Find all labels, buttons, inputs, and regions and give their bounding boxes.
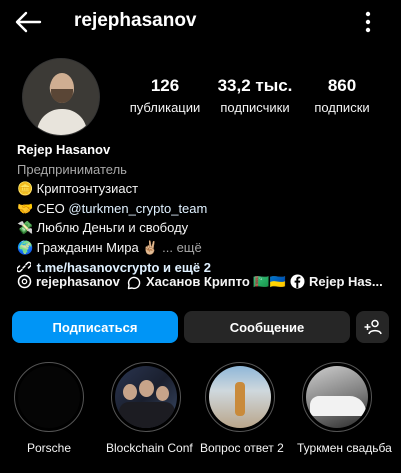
highlight-ring: [302, 362, 372, 432]
facebook-chip[interactable]: Rejep Has...: [290, 274, 383, 289]
threads-chip-label: rejephasanov: [36, 274, 120, 289]
profile-chips: rejephasanov Хасанов Крипто 🇹🇲🇺🇦 Rejep H…: [17, 274, 401, 292]
highlight-ring: [205, 362, 275, 432]
handshake-icon: 🤝: [17, 200, 34, 216]
globe-icon: 🌍: [17, 239, 34, 255]
arrow-left-icon[interactable]: [14, 10, 42, 34]
bio-line-3: 💸 Люблю Деньги и свободу: [17, 218, 387, 238]
follow-button[interactable]: Подписаться: [12, 311, 178, 343]
facebook-icon: [290, 274, 305, 289]
avatar-shirt: [37, 109, 87, 135]
highlight-cover: [115, 366, 177, 428]
stat-followers[interactable]: 33,2 тыс. подписчики: [210, 76, 300, 117]
profile-username: rejephasanov: [74, 10, 197, 31]
bio-more-link[interactable]: ... ещё: [162, 240, 202, 255]
cover-person: [156, 386, 169, 401]
following-label: подписки: [314, 100, 370, 115]
highlight-label: Туркмен свадьба: [297, 441, 392, 455]
bio-line-4-text: Гражданин Мира ✌🏼: [36, 239, 159, 255]
bio-external-link[interactable]: t.me/hasanovcrypto и ещё 2: [37, 260, 211, 275]
profile-name: Rejep Hasanov: [17, 142, 111, 157]
channel-icon: [127, 276, 141, 289]
profile-category[interactable]: Предприниматель: [17, 160, 387, 180]
cover-person: [139, 380, 154, 397]
highlight-label: Porsche: [26, 441, 72, 455]
highlight-cover: [306, 366, 368, 428]
highlight-cover: [18, 366, 80, 428]
posts-count: 126: [150, 76, 180, 95]
bio-line-3-text: Люблю Деньги и свободу: [36, 220, 189, 236]
threads-chip[interactable]: rejephasanov: [17, 274, 120, 289]
highlight-ring: [111, 362, 181, 432]
profile-bio: Rejep Hasanov Предприниматель 🪙 Криптоэн…: [16, 140, 387, 277]
following-count: 860: [327, 76, 357, 95]
link-icon: [16, 261, 32, 272]
followers-label: подписчики: [220, 100, 290, 115]
cover-suits: [119, 402, 175, 428]
avatar[interactable]: [22, 58, 100, 136]
cover-car: [310, 396, 366, 416]
bio-line-2-text: CEO: [36, 200, 69, 216]
coin-icon: 🪙: [17, 181, 34, 197]
message-button[interactable]: Сообщение: [184, 311, 350, 343]
highlight-item[interactable]: Вопрос ответ 2: [200, 362, 284, 455]
avatar-beard: [51, 89, 73, 103]
highlight-ring: [14, 362, 84, 432]
top-bar: rejephasanov: [0, 0, 401, 44]
bio-line-2: 🤝 CEO @turkmen_crypto_team: [17, 199, 387, 219]
add-person-icon: [364, 319, 382, 335]
followers-count: 33,2 тыс.: [217, 76, 293, 95]
facebook-chip-label: Rejep Has...: [309, 274, 383, 289]
highlight-label: Blockchain Conf: [106, 441, 193, 455]
highlight-cover: [209, 366, 271, 428]
posts-label: публикации: [129, 100, 201, 115]
bio-line-1: 🪙 Криптоэнтузиаст: [17, 179, 387, 199]
highlight-item[interactable]: Туркмен свадьба: [297, 362, 392, 455]
stat-following[interactable]: 860 подписки: [302, 76, 382, 117]
bio-line-1-text: Криптоэнтузиаст: [36, 181, 139, 197]
cover-person: [235, 382, 245, 416]
bio-mention[interactable]: @turkmen_crypto_team: [68, 201, 207, 216]
threads-icon: [17, 274, 32, 289]
highlight-item[interactable]: Blockchain Conf: [106, 362, 193, 455]
vertical-dots-icon[interactable]: [358, 10, 378, 34]
stat-posts[interactable]: 126 публикации: [125, 76, 205, 117]
highlight-label: Вопрос ответ 2: [200, 441, 284, 455]
money-icon: 💸: [17, 220, 34, 236]
bio-line-4: 🌍 Гражданин Мира ✌🏼 ... ещё: [17, 238, 387, 258]
suggest-people-button[interactable]: [356, 311, 389, 343]
highlight-item[interactable]: Porsche: [9, 362, 89, 455]
channel-chip[interactable]: Хасанов Крипто 🇹🇲🇺🇦: [127, 274, 286, 290]
cover-person: [123, 384, 137, 400]
channel-chip-label: Хасанов Крипто 🇹🇲🇺🇦: [146, 274, 286, 289]
